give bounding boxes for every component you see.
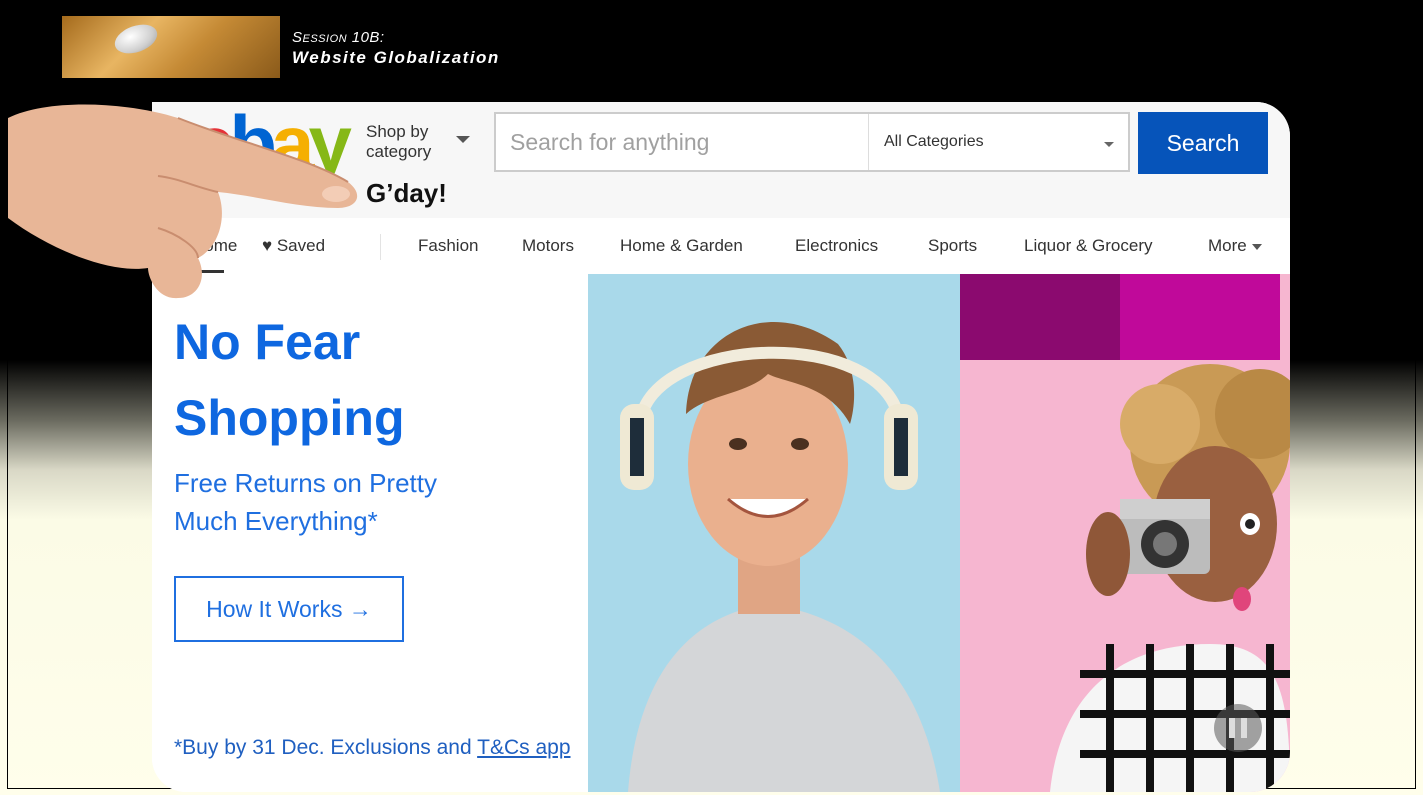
session-thumbnail-image <box>62 16 280 78</box>
terms-link[interactable]: T&Cs app <box>477 736 570 759</box>
greeting: G’day! <box>366 178 447 208</box>
nav-item-sports[interactable]: Sports <box>928 236 977 256</box>
nav-more[interactable]: More <box>1208 236 1262 256</box>
chevron-down-icon[interactable] <box>456 136 470 143</box>
ebay-logo[interactable]: ebay <box>192 102 352 188</box>
chevron-down-icon[interactable] <box>1104 142 1114 147</box>
hero-image-man-headphones <box>588 274 960 792</box>
nav-home[interactable]: Home <box>192 236 237 256</box>
nav-item-electronics[interactable]: Electronics <box>795 236 878 256</box>
computer-mouse-icon <box>110 19 162 59</box>
nav-divider <box>380 234 381 260</box>
divider <box>868 114 869 170</box>
nav-item-fashion[interactable]: Fashion <box>418 236 478 256</box>
hero-promo-panel: No Fear Shopping Free Returns on Pretty … <box>152 274 588 792</box>
ebay-screenshot: ebay Shop by category G’day! All Categor… <box>152 102 1290 792</box>
category-select[interactable]: All Categories <box>884 133 984 151</box>
shop-by-category-button[interactable]: Shop by category <box>366 122 431 162</box>
nav-saved-label: Saved <box>276 236 326 255</box>
chevron-down-icon <box>1251 243 1262 250</box>
hero-disclaimer: *Buy by 31 Dec. Exclusions and T&Cs app <box>174 736 571 759</box>
nav-item-liquor-grocery[interactable]: Liquor & Grocery <box>1024 236 1153 256</box>
nav-item-home-garden[interactable]: Home & Garden <box>620 236 743 256</box>
search-bar: All Categories <box>494 112 1130 172</box>
nav-saved[interactable]: ♥ Saved <box>262 236 325 256</box>
heart-icon: ♥ <box>262 236 273 255</box>
active-tab-indicator <box>192 270 224 273</box>
category-label: category <box>366 142 432 161</box>
hero-headline: No Fear Shopping <box>174 314 405 446</box>
nav-more-label: More <box>1208 236 1247 255</box>
session-label: Session 10B: <box>292 29 385 46</box>
category-nav: Home ♥ Saved Fashion Motors Home & Garde… <box>152 218 1290 275</box>
shop-by-label: Shop by <box>366 122 429 141</box>
hero-subheading: Free Returns on Pretty Much Everything* <box>174 468 437 536</box>
pause-carousel-button[interactable] <box>1214 704 1262 752</box>
how-it-works-button[interactable]: How It Works → <box>174 576 404 642</box>
ebay-header: ebay Shop by category G’day! All Categor… <box>152 102 1290 218</box>
nav-item-motors[interactable]: Motors <box>522 236 574 256</box>
search-input[interactable] <box>496 114 880 170</box>
man-with-headphones-illustration <box>620 321 940 792</box>
session-title: Session 10B: Website Globalization <box>292 28 500 68</box>
session-topic: Website Globalization <box>292 48 500 67</box>
search-button[interactable]: Search <box>1138 112 1268 174</box>
